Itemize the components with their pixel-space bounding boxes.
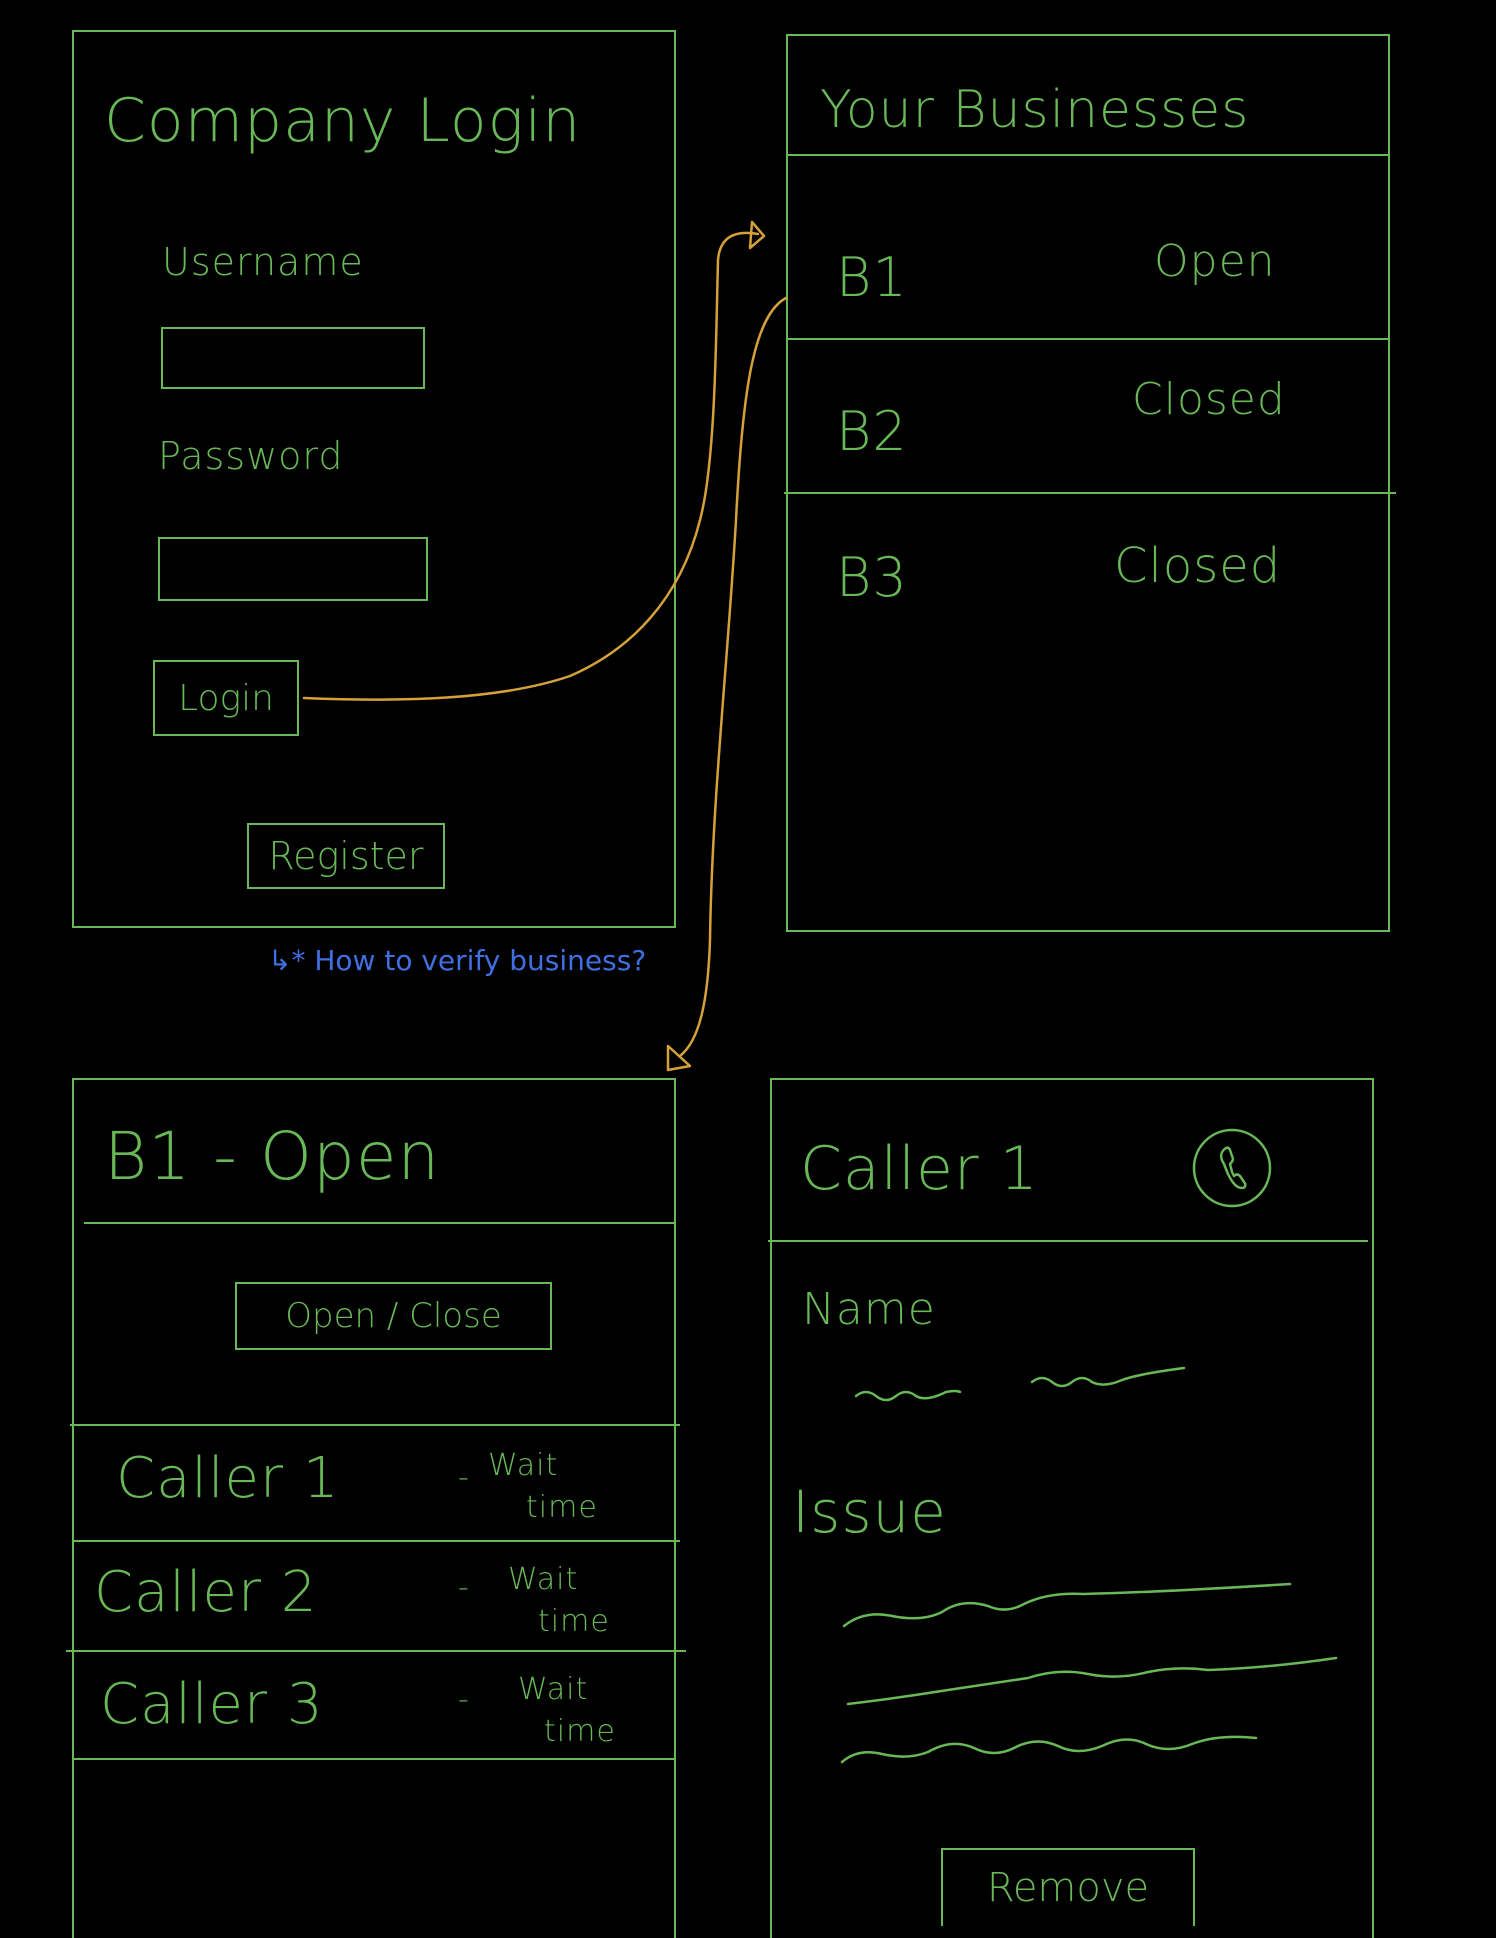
caller-issue-label: Issue — [792, 1478, 947, 1546]
username-label: Username — [162, 240, 364, 284]
caller-wait-label: time — [526, 1490, 598, 1525]
caller-wait-label: Wait — [488, 1448, 559, 1483]
username-input[interactable] — [161, 327, 425, 389]
caller-row-3[interactable]: Caller 3 - Wait time — [74, 1652, 674, 1758]
caller-detail-title: Caller 1 — [800, 1134, 1039, 1204]
flow-arrow-b1-to-detail — [678, 296, 788, 1058]
caller-name: Caller 2 — [94, 1560, 318, 1625]
business-name: B1 — [836, 246, 908, 309]
caller-row-2[interactable]: Caller 2 - Wait time — [74, 1542, 674, 1650]
phone-icon[interactable] — [1192, 1128, 1272, 1208]
caller-dash: - — [458, 1682, 470, 1717]
business-row-b3[interactable]: B3 Closed — [788, 494, 1388, 644]
caller-name-label: Name — [802, 1284, 936, 1335]
caller-wait-label: Wait — [518, 1672, 589, 1707]
open-close-button[interactable]: Open / Close — [235, 1282, 552, 1350]
business-status: Closed — [1114, 538, 1282, 594]
businesses-title: Your Businesses — [820, 80, 1250, 140]
business-name: B3 — [836, 546, 908, 609]
caller-wait-label: time — [538, 1604, 610, 1639]
login-panel — [72, 30, 676, 928]
caller-name: Caller 3 — [100, 1672, 324, 1737]
remove-button[interactable]: Remove — [941, 1848, 1195, 1926]
register-button[interactable]: Register — [247, 823, 445, 889]
arrow-head-icon — [666, 1044, 692, 1072]
business-status: Open — [1154, 236, 1276, 287]
caller-dash: - — [458, 1460, 470, 1495]
business-detail-header-divider — [84, 1222, 674, 1224]
business-row-b1[interactable]: B1 Open — [788, 156, 1388, 338]
caller-wait-label: Wait — [508, 1562, 579, 1597]
business-status: Closed — [1132, 374, 1286, 425]
arrow-head-icon — [748, 220, 766, 250]
business-detail-title: B1 - Open — [104, 1118, 441, 1195]
verify-note: ↳* How to verify business? — [268, 944, 647, 977]
login-button[interactable]: Login — [153, 660, 299, 736]
caller-detail-header-divider — [768, 1240, 1368, 1242]
caller-list-divider — [72, 1758, 676, 1760]
business-row-b2[interactable]: B2 Closed — [788, 340, 1388, 492]
caller-row-1[interactable]: Caller 1 - Wait time — [74, 1426, 674, 1540]
caller-dash: - — [458, 1570, 470, 1605]
password-label: Password — [158, 434, 344, 478]
caller-wait-label: time — [544, 1714, 616, 1749]
business-name: B2 — [836, 400, 908, 463]
login-title: Company Login — [104, 86, 582, 156]
password-input[interactable] — [158, 537, 428, 601]
caller-name: Caller 1 — [116, 1446, 340, 1511]
